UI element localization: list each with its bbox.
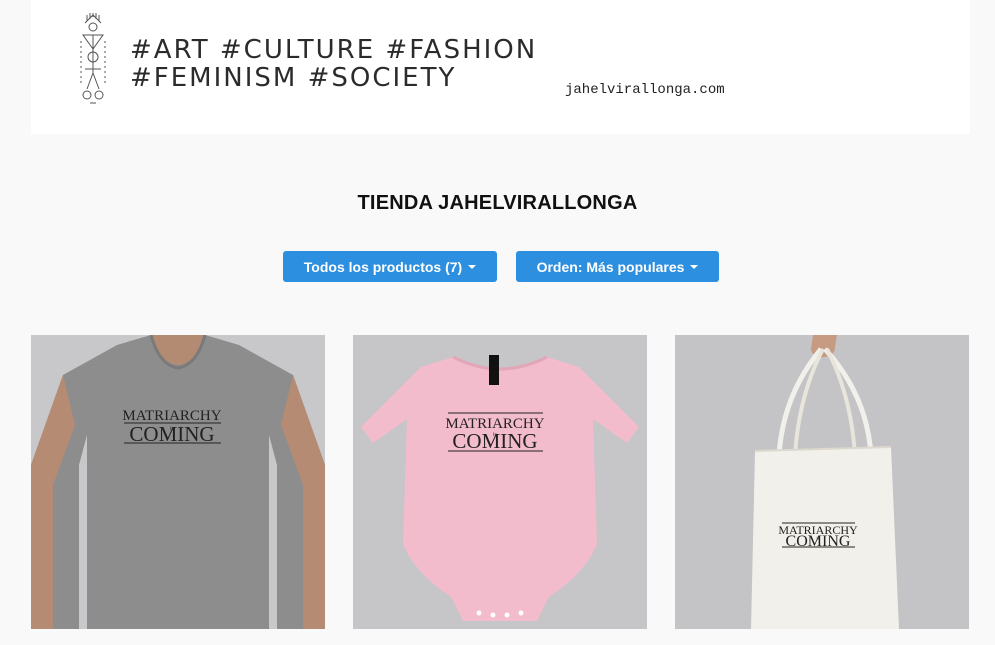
site-logo-icon[interactable] xyxy=(73,13,113,109)
product-print-line2: COMING xyxy=(452,429,537,453)
product-card-baby-bodysuit[interactable]: MATRIARCHY is COMING xyxy=(353,335,647,629)
tshirt-image: MATRIARCHY is COMING xyxy=(31,335,325,629)
tagline-line-2: #FEMINISM #SOCIETY xyxy=(130,63,457,93)
product-filter-dropdown[interactable]: Todos los productos (7) xyxy=(283,251,497,282)
product-filter-label: Todos los productos (7) xyxy=(303,258,463,275)
product-card-tote-bag[interactable]: MATRIARCHY is COMING xyxy=(675,335,969,629)
sort-order-label: Orden: Más populares xyxy=(536,258,685,275)
tote-bag-image: MATRIARCHY is COMING xyxy=(675,335,969,629)
tagline: #ART #CULTURE #FASHION #FEMINISM #SOCIET… xyxy=(130,36,537,92)
product-card-tshirt[interactable]: MATRIARCHY is COMING xyxy=(31,335,325,629)
site-url-link[interactable]: jahelvirallonga.com xyxy=(565,82,725,98)
shop-title: TIENDA JAHELVIRALLONGA xyxy=(357,192,638,214)
site-header: #ART #CULTURE #FASHION #FEMINISM #SOCIET… xyxy=(31,0,970,134)
product-print-line2: COMING xyxy=(786,533,851,550)
caret-down-icon xyxy=(690,264,699,269)
sort-order-dropdown[interactable]: Orden: Más populares xyxy=(516,251,719,282)
bodysuit-image: MATRIARCHY is COMING xyxy=(353,335,647,629)
product-print-line2: COMING xyxy=(129,422,214,446)
tagline-line-1: #ART #CULTURE #FASHION xyxy=(130,35,538,65)
caret-down-icon xyxy=(468,264,477,269)
